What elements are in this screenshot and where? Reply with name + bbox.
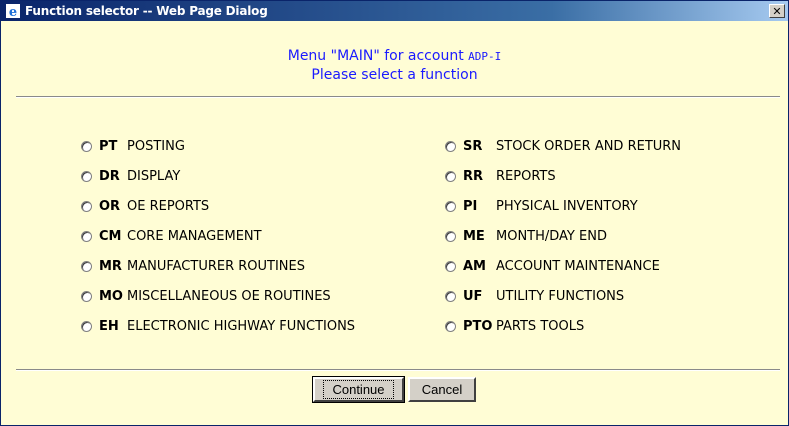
menu-title: Menu "MAIN" for account ADP-I <box>1 47 788 66</box>
function-option[interactable]: UF UTILITY FUNCTIONS <box>445 281 681 311</box>
internet-explorer-icon: e <box>5 3 21 19</box>
function-code: OR <box>99 198 121 214</box>
function-code: MR <box>99 258 122 274</box>
function-label: CORE MANAGEMENT <box>127 228 262 244</box>
divider-top <box>16 96 780 98</box>
function-label: UTILITY FUNCTIONS <box>496 288 625 304</box>
function-label: MISCELLANEOUS OE ROUTINES <box>127 288 331 304</box>
function-label: REPORTS <box>496 168 556 184</box>
function-option[interactable]: PTO PARTS TOOLS <box>445 311 681 341</box>
title-bar[interactable]: e Function selector -- Web Page Dialog ✕ <box>1 1 788 21</box>
function-option[interactable]: EH ELECTRONIC HIGHWAY FUNCTIONS <box>81 311 355 341</box>
menu-heading: Menu "MAIN" for account ADP-I Please sel… <box>1 47 788 84</box>
function-code: ME <box>463 228 485 244</box>
cancel-label: Cancel <box>421 382 463 397</box>
function-code: UF <box>463 288 483 304</box>
function-list-right: SR STOCK ORDER AND RETURN RR REPORTS PI PHY… <box>445 131 681 341</box>
function-option[interactable]: PT POSTING <box>81 131 355 161</box>
radio-button[interactable] <box>81 170 92 182</box>
function-code: DR <box>99 168 120 184</box>
function-option[interactable]: AM ACCOUNT MAINTENANCE <box>445 251 681 281</box>
radio-button[interactable] <box>445 170 456 182</box>
function-code: MO <box>99 288 123 304</box>
function-option[interactable]: CM CORE MANAGEMENT <box>81 221 355 251</box>
function-code: SR <box>463 138 483 154</box>
menu-prefix: Menu "MAIN" for account <box>287 48 469 64</box>
menu-subtitle: Please select a function <box>311 67 478 83</box>
function-list-left: PT POSTING DR DISPLAY OR OE REPORTS CM CORE … <box>81 131 355 341</box>
button-bar: Continue Cancel <box>1 376 788 403</box>
radio-button[interactable] <box>81 290 92 302</box>
function-label: PARTS TOOLS <box>496 318 585 334</box>
function-label: MONTH/DAY END <box>496 228 607 244</box>
radio-button[interactable] <box>445 200 456 212</box>
svg-text:e: e <box>9 5 17 18</box>
close-button[interactable]: ✕ <box>769 4 785 18</box>
radio-button[interactable] <box>81 200 92 212</box>
function-code: EH <box>99 318 119 334</box>
function-code: PI <box>463 198 478 214</box>
function-code: PT <box>99 138 118 154</box>
function-selector-dialog: e Function selector -- Web Page Dialog ✕… <box>0 0 789 426</box>
function-option[interactable]: ME MONTH/DAY END <box>445 221 681 251</box>
continue-label: Continue <box>323 380 394 399</box>
function-option[interactable]: MO MISCELLANEOUS OE ROUTINES <box>81 281 355 311</box>
radio-button[interactable] <box>81 260 92 272</box>
function-code: AM <box>463 258 486 274</box>
radio-button[interactable] <box>81 140 92 152</box>
radio-button[interactable] <box>81 320 92 332</box>
function-code: PTO <box>463 318 493 334</box>
function-code: CM <box>99 228 122 244</box>
function-label: DISPLAY <box>127 168 181 184</box>
cancel-button[interactable]: Cancel <box>408 377 476 402</box>
window-title: Function selector -- Web Page Dialog <box>25 4 268 18</box>
function-label: MANUFACTURER ROUTINES <box>127 258 305 274</box>
function-option[interactable]: SR STOCK ORDER AND RETURN <box>445 131 681 161</box>
radio-button[interactable] <box>81 230 92 242</box>
radio-button[interactable] <box>445 140 456 152</box>
function-code: RR <box>463 168 484 184</box>
function-label: PHYSICAL INVENTORY <box>496 198 638 214</box>
radio-button[interactable] <box>445 260 456 272</box>
dialog-content: Menu "MAIN" for account ADP-I Please sel… <box>1 22 788 425</box>
function-option[interactable]: RR REPORTS <box>445 161 681 191</box>
radio-button[interactable] <box>445 320 456 332</box>
continue-button[interactable]: Continue <box>312 376 405 403</box>
function-label: OE REPORTS <box>127 198 210 214</box>
function-option[interactable]: PI PHYSICAL INVENTORY <box>445 191 681 221</box>
close-icon: ✕ <box>772 5 782 18</box>
radio-button[interactable] <box>445 230 456 242</box>
function-label: POSTING <box>127 138 185 154</box>
function-label: ELECTRONIC HIGHWAY FUNCTIONS <box>127 318 356 334</box>
function-option[interactable]: MR MANUFACTURER ROUTINES <box>81 251 355 281</box>
function-option[interactable]: OR OE REPORTS <box>81 191 355 221</box>
function-label: STOCK ORDER AND RETURN <box>496 138 682 154</box>
function-label: ACCOUNT MAINTENANCE <box>496 258 660 274</box>
function-option[interactable]: DR DISPLAY <box>81 161 355 191</box>
account-name: ADP-I <box>468 50 502 63</box>
divider-bottom <box>16 369 780 371</box>
radio-button[interactable] <box>445 290 456 302</box>
